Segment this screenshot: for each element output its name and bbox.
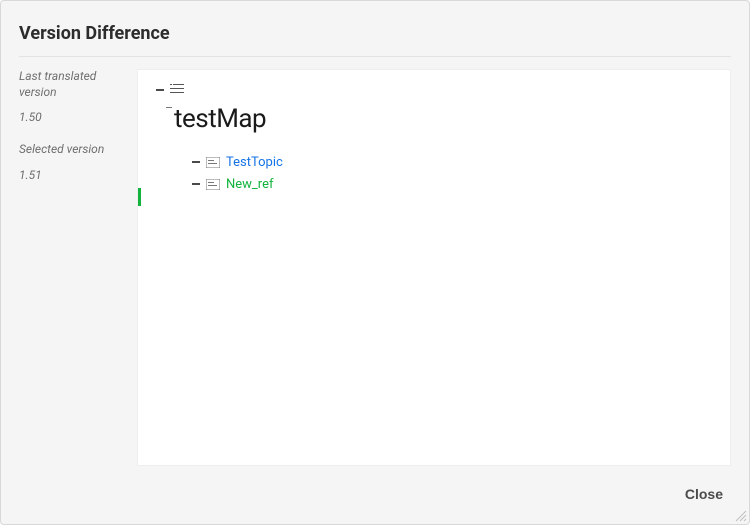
diff-added-marker <box>138 188 141 206</box>
dialog-title: Version Difference <box>19 23 731 44</box>
selected-version-value: 1.51 <box>19 168 129 182</box>
topicref-icon <box>206 157 220 168</box>
tree-item-testtopic[interactable]: TestTopic <box>192 152 716 172</box>
diff-content-pane: testMap TestTopic <box>137 69 731 466</box>
collapse-icon[interactable] <box>192 161 200 163</box>
version-difference-dialog: Version Difference Last translated versi… <box>0 0 750 525</box>
dialog-body: Last translated version 1.50 Selected ve… <box>1 69 749 466</box>
tree-item-label: TestTopic <box>226 155 283 170</box>
tree-item-label: New_ref <box>226 177 274 192</box>
tree-children: TestTopic New_ref <box>192 152 716 194</box>
tree-item-newref[interactable]: New_ref <box>192 174 716 194</box>
tree-root-row[interactable] <box>156 84 716 96</box>
close-button[interactable]: Close <box>681 480 727 508</box>
collapse-icon[interactable] <box>192 183 200 185</box>
version-side-panel: Last translated version 1.50 Selected ve… <box>19 69 137 466</box>
dialog-footer: Close <box>1 466 749 524</box>
header-divider <box>19 56 731 57</box>
selected-version-label: Selected version <box>19 142 129 158</box>
map-icon <box>170 84 184 96</box>
last-translated-value: 1.50 <box>19 110 129 124</box>
collapse-icon[interactable] <box>156 89 164 91</box>
topicref-icon <box>206 179 220 190</box>
tree-root-title-row[interactable]: testMap <box>166 104 716 134</box>
last-translated-label: Last translated version <box>19 69 129 100</box>
title-corner-icon <box>166 107 172 113</box>
map-tree: testMap TestTopic <box>138 70 730 210</box>
map-title: testMap <box>174 104 266 134</box>
dialog-header: Version Difference <box>1 1 749 56</box>
